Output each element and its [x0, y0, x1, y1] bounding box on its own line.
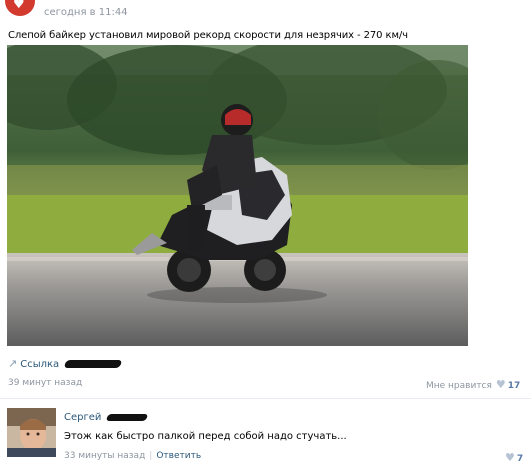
comment-like-count: 7 — [516, 454, 524, 464]
link-arrow-icon: ↗ — [8, 357, 18, 370]
comment-meta: 33 минуты назад | Ответить — [64, 451, 201, 461]
like-label: Мне нравится — [426, 381, 492, 391]
heart-icon: ♥ — [495, 378, 506, 391]
comment-like-button[interactable]: ♥ 7 — [505, 451, 523, 464]
meta-separator: | — [149, 451, 153, 461]
redacted-scribble — [106, 413, 149, 421]
post-timestamp[interactable]: сегодня в 11:44 — [44, 7, 128, 18]
author-avatar[interactable]: ♥ — [5, 0, 35, 16]
motorcycle-photo-image — [7, 45, 468, 346]
comment-text: Этож как быстро палкой перед собой надо … — [64, 431, 347, 442]
commenter-photo-image — [7, 408, 56, 457]
heart-logo-icon: ♥ — [13, 0, 25, 12]
heart-icon: ♥ — [505, 451, 515, 464]
redacted-scribble — [63, 360, 123, 368]
comment-author[interactable]: Сергей — [64, 412, 149, 423]
post-like-button[interactable]: Мне нравится ♥ 17 — [426, 378, 520, 391]
divider — [0, 398, 531, 399]
like-count: 17 — [507, 381, 521, 391]
comment-author-name[interactable]: Сергей — [64, 412, 101, 423]
comment-age[interactable]: 33 минуты назад — [64, 451, 145, 461]
post-age[interactable]: 39 минут назад — [8, 378, 82, 388]
link-label[interactable]: Ссылка — [20, 359, 59, 370]
post-photo[interactable] — [7, 45, 468, 346]
post-text: Слепой байкер установил мировой рекорд с… — [8, 30, 408, 41]
attached-link[interactable]: ↗ Ссылка — [8, 357, 123, 370]
reply-button[interactable]: Ответить — [156, 451, 201, 461]
commenter-avatar[interactable] — [7, 408, 56, 457]
